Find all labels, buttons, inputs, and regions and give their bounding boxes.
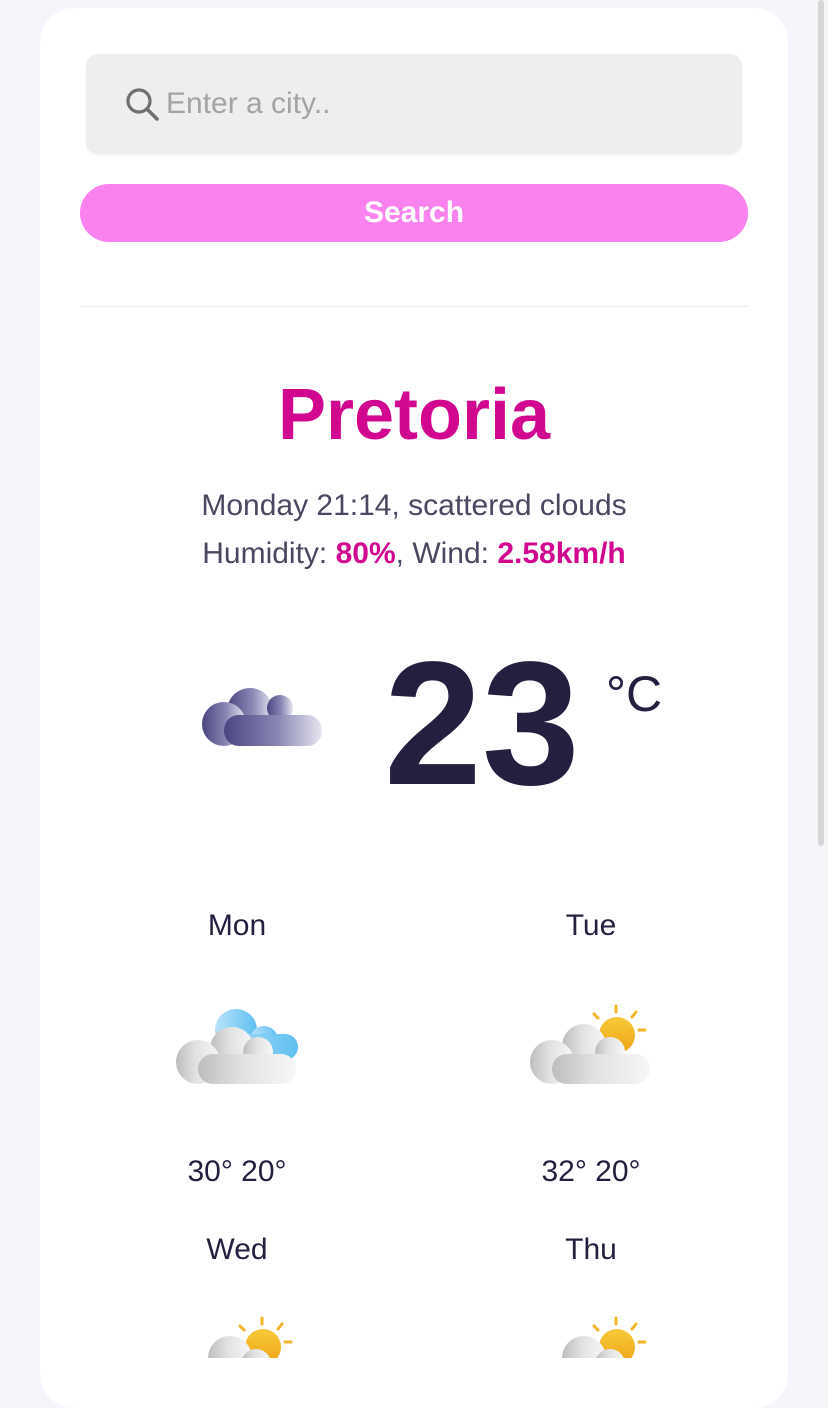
forecast-range-mon: 30° 20°: [187, 1155, 287, 1188]
forecast-day-mon: Mon: [207, 909, 267, 942]
search-input[interactable]: [166, 87, 706, 121]
scrollbar[interactable]: [818, 0, 824, 846]
search-button[interactable]: Search: [80, 184, 748, 242]
search-icon: [126, 88, 159, 121]
search-field[interactable]: [86, 54, 742, 154]
scattered-clouds-night-icon: [202, 688, 322, 746]
forecast-range-tue: 32° 20°: [541, 1155, 641, 1188]
wind-label: Wind:: [412, 537, 498, 570]
day-time: Monday 21:14: [201, 489, 392, 522]
wind-value: 2.58km/h: [497, 537, 626, 570]
humidity-value: 80%: [335, 537, 396, 570]
cloudy-icon: [176, 1009, 298, 1084]
humidity-label: Humidity:: [202, 537, 336, 570]
partly-sunny-icon: [562, 1316, 647, 1358]
date-description: Monday 21:14, scattered clouds: [201, 489, 627, 522]
divider: [80, 306, 748, 307]
temperature-unit: °C: [606, 666, 663, 722]
partly-sunny-icon: [208, 1316, 293, 1358]
partly-sunny-icon: [530, 1004, 650, 1084]
weather-description: scattered clouds: [408, 489, 627, 522]
forecast-day-thu: Thu: [565, 1233, 617, 1266]
conditions: Humidity: 80%, Wind: 2.58km/h: [202, 537, 626, 570]
current-temperature: 23: [384, 626, 580, 822]
city-name: Pretoria: [277, 375, 551, 455]
forecast-day-wed: Wed: [206, 1233, 268, 1266]
forecast-day-tue: Tue: [565, 909, 617, 942]
